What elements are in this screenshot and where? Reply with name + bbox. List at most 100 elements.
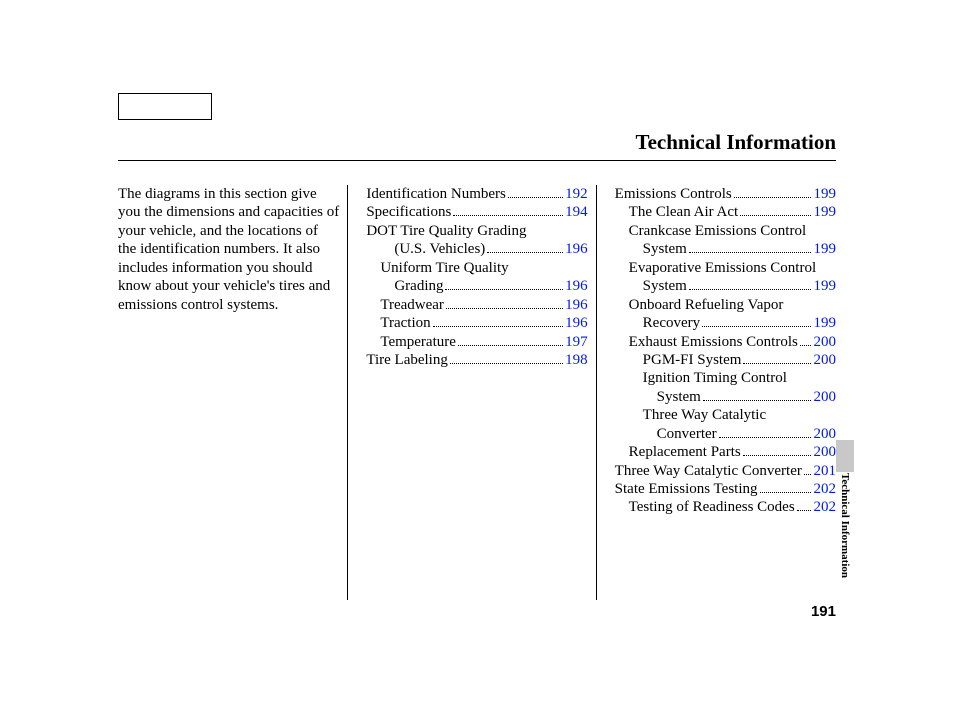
toc-leader-dots [433, 326, 564, 327]
toc-label: Three Way Catalytic Converter [615, 462, 802, 480]
toc-page-link[interactable]: 198 [565, 351, 588, 369]
toc-label: PGM-FI System [643, 351, 742, 369]
toc-leader-dots [508, 197, 563, 198]
toc-page-link[interactable]: 194 [565, 203, 588, 221]
toc-label: Converter [657, 425, 717, 443]
toc-label: Treadwear [380, 296, 444, 314]
toc-page-link[interactable]: 199 [813, 203, 836, 221]
toc-leader-dots [800, 345, 812, 346]
toc-entry: Uniform Tire Quality [366, 259, 587, 277]
toc-entry: Traction 196 [366, 314, 587, 332]
toc-entry: Converter 200 [615, 425, 836, 443]
toc-entry: Testing of Readiness Codes 202 [615, 498, 836, 516]
toc-page-link[interactable]: 196 [565, 314, 588, 332]
toc-page-link[interactable]: 197 [565, 333, 588, 351]
toc-page-link[interactable]: 202 [813, 498, 836, 516]
toc-leader-dots [797, 510, 812, 511]
column-toc-2: Emissions Controls 199The Clean Air Act … [607, 185, 836, 600]
toc-leader-dots [446, 308, 563, 309]
page-title: Technical Information [636, 130, 836, 155]
toc-entry: State Emissions Testing 202 [615, 480, 836, 498]
toc-page-link[interactable]: 202 [813, 480, 836, 498]
toc-label: Grading [394, 277, 443, 295]
toc-label: Identification Numbers [366, 185, 506, 203]
toc-entry: PGM-FI System 200 [615, 351, 836, 369]
toc-page-link[interactable]: 200 [813, 351, 836, 369]
toc-entry: System 200 [615, 388, 836, 406]
toc-entry: Temperature 197 [366, 333, 587, 351]
toc-entry: Identification Numbers 192 [366, 185, 587, 203]
toc-page-link[interactable]: 199 [813, 185, 836, 203]
content-area: The diagrams in this section give you th… [118, 185, 836, 600]
toc-entry: Emissions Controls 199 [615, 185, 836, 203]
toc-label: System [643, 277, 687, 295]
toc-page-link[interactable]: 201 [813, 462, 836, 480]
toc-label: Temperature [380, 333, 456, 351]
toc-entry: Specifications 194 [366, 203, 587, 221]
toc-entry: Three Way Catalytic [615, 406, 836, 424]
toc-leader-dots [689, 289, 812, 290]
toc-entry: Onboard Refueling Vapor [615, 296, 836, 314]
toc-entry: DOT Tire Quality Grading [366, 222, 587, 240]
toc-entry: System 199 [615, 277, 836, 295]
toc-leader-dots [804, 474, 812, 475]
corner-marker [118, 93, 212, 120]
toc-leader-dots [703, 400, 812, 401]
toc-leader-dots [743, 363, 811, 364]
horizontal-rule [118, 160, 836, 161]
toc-entry: The Clean Air Act 199 [615, 203, 836, 221]
toc-entry: Evaporative Emissions Control [615, 259, 836, 277]
toc-label: (U.S. Vehicles) [394, 240, 485, 258]
toc-page-link[interactable]: 199 [813, 314, 836, 332]
toc-entry: Recovery 199 [615, 314, 836, 332]
toc-page-link[interactable]: 196 [565, 296, 588, 314]
toc-label: The Clean Air Act [629, 203, 739, 221]
toc-label: Tire Labeling [366, 351, 448, 369]
toc-label: Recovery [643, 314, 700, 332]
toc-entry: Replacement Parts 200 [615, 443, 836, 461]
toc-entry: System 199 [615, 240, 836, 258]
toc-leader-dots [458, 345, 563, 346]
toc-page-link[interactable]: 196 [565, 240, 588, 258]
toc-leader-dots [740, 215, 811, 216]
toc-page-link[interactable]: 200 [813, 388, 836, 406]
toc-entry: (U.S. Vehicles) 196 [366, 240, 587, 258]
column-toc-1: Identification Numbers 192Specifications… [358, 185, 596, 600]
toc-leader-dots [760, 492, 812, 493]
toc-label: Emissions Controls [615, 185, 732, 203]
toc-page-link[interactable]: 200 [813, 443, 836, 461]
toc-page-link[interactable]: 192 [565, 185, 588, 203]
toc-entry: Ignition Timing Control [615, 369, 836, 387]
page-number: 191 [811, 603, 836, 620]
toc-page-link[interactable]: 200 [813, 425, 836, 443]
toc-label: Traction [380, 314, 430, 332]
toc-label: Testing of Readiness Codes [629, 498, 795, 516]
toc-entry: Crankcase Emissions Control [615, 222, 836, 240]
toc-label: State Emissions Testing [615, 480, 758, 498]
side-tab-gray [836, 440, 854, 472]
toc-leader-dots [450, 363, 563, 364]
toc-leader-dots [743, 455, 812, 456]
toc-label: System [643, 240, 687, 258]
toc-leader-dots [702, 326, 811, 327]
intro-text: The diagrams in this section give you th… [118, 185, 339, 314]
toc-page-link[interactable]: 199 [813, 240, 836, 258]
toc-entry: Three Way Catalytic Converter 201 [615, 462, 836, 480]
toc-page-link[interactable]: 196 [565, 277, 588, 295]
toc-label: Exhaust Emissions Controls [629, 333, 798, 351]
toc-page-link[interactable]: 200 [813, 333, 836, 351]
toc-label: Replacement Parts [629, 443, 741, 461]
toc-label: Specifications [366, 203, 451, 221]
toc-leader-dots [453, 215, 563, 216]
side-section-label: Technical Information [836, 473, 854, 608]
toc-label: System [657, 388, 701, 406]
toc-leader-dots [445, 289, 563, 290]
toc-entry: Tire Labeling 198 [366, 351, 587, 369]
toc-page-link[interactable]: 199 [813, 277, 836, 295]
toc-leader-dots [719, 437, 812, 438]
toc-leader-dots [734, 197, 812, 198]
toc-entry: Grading 196 [366, 277, 587, 295]
toc-entry: Treadwear 196 [366, 296, 587, 314]
toc-leader-dots [487, 252, 563, 253]
toc-leader-dots [689, 252, 812, 253]
